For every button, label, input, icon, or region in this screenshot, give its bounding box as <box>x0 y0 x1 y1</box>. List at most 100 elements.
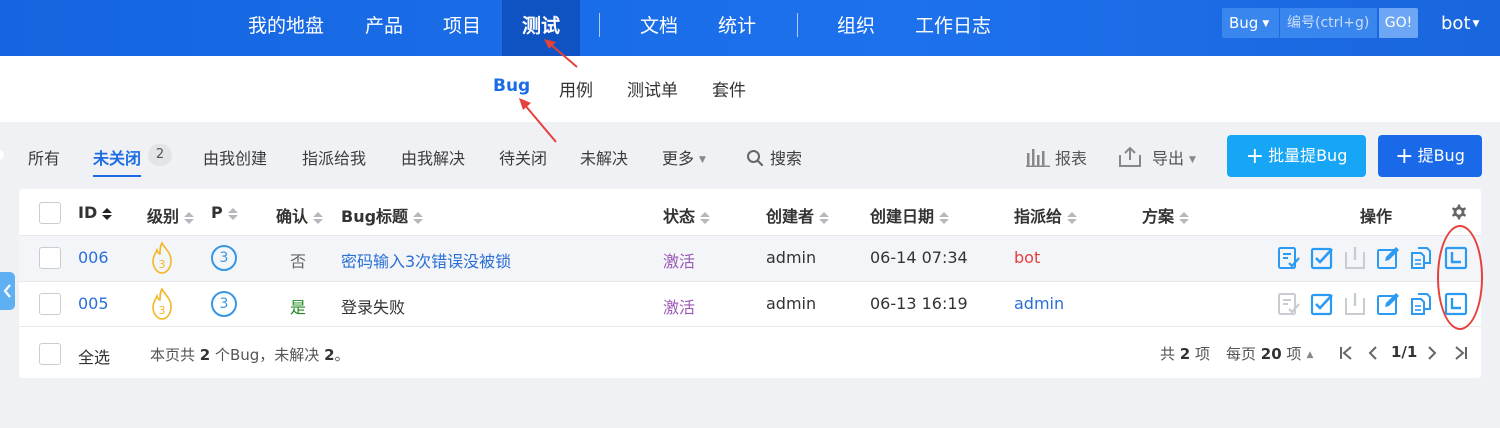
assigned-to-link[interactable]: admin <box>1014 294 1064 313</box>
col-header-pri-label: P <box>211 203 223 222</box>
col-header-status-label: 状态 <box>663 207 696 226</box>
resolve-checkbox-icon[interactable] <box>1310 292 1334 316</box>
nav-test[interactable]: 测试 <box>502 0 580 56</box>
edit-icon[interactable] <box>1376 246 1400 270</box>
page-summary: 本页共 2 个Bug，未解决 2。 <box>150 344 350 365</box>
col-header-severity[interactable]: 级别 <box>147 203 195 227</box>
col-header-title-label: Bug标题 <box>341 207 409 226</box>
summary-mid: 个Bug，未解决 <box>210 346 325 364</box>
bug-id-link[interactable]: 005 <box>78 294 109 313</box>
next-page-icon[interactable] <box>1426 346 1438 360</box>
table-row[interactable]: 006 3 3 否 密码输入3次错误没被锁 激活 admin 06-14 07:… <box>19 236 1481 281</box>
nav-divider <box>599 13 600 37</box>
create-bug-button[interactable]: + 提Bug <box>1378 135 1482 177</box>
flame-severity-icon: 3 <box>152 287 172 320</box>
filter-more-dropdown[interactable]: 更多 ▼ <box>662 145 706 169</box>
row-checkbox[interactable] <box>39 293 61 315</box>
prev-page-icon[interactable] <box>1367 346 1379 360</box>
col-header-id[interactable]: ID <box>78 203 113 222</box>
filter-all[interactable]: 所有 <box>28 145 60 169</box>
filter-unclosed[interactable]: 未关闭 <box>93 145 142 177</box>
col-header-opened-date[interactable]: 创建日期 <box>870 203 950 227</box>
per-page-suffix: 项 <box>1281 345 1302 363</box>
status-value: 激活 <box>663 298 696 317</box>
sub-navbar: Bug 用例 测试单 套件 <box>0 56 1500 122</box>
close-bug-icon <box>1345 247 1365 269</box>
search-toggle[interactable]: 搜索 <box>746 145 802 169</box>
col-header-confirmed[interactable]: 确认 <box>276 203 324 227</box>
col-header-pri[interactable]: P <box>211 203 238 222</box>
nav-my-dashboard[interactable]: 我的地盘 <box>248 0 324 56</box>
nav-report[interactable]: 统计 <box>718 0 756 56</box>
subnav-bug[interactable]: Bug <box>493 76 530 96</box>
chevron-down-icon: ▼ <box>1472 19 1480 29</box>
create-case-icon[interactable] <box>1444 292 1468 316</box>
filter-to-close[interactable]: 待关闭 <box>499 145 547 169</box>
sidebar-toggle[interactable] <box>0 272 15 310</box>
header-checkbox[interactable] <box>39 202 61 224</box>
col-header-resolution[interactable]: 方案 <box>1142 203 1190 227</box>
edit-icon[interactable] <box>1376 292 1400 316</box>
batch-create-bug-button[interactable]: + 批量提Bug <box>1227 135 1366 177</box>
nav-doc[interactable]: 文档 <box>640 0 678 56</box>
subnav-case[interactable]: 用例 <box>559 76 593 101</box>
sort-icon <box>413 211 424 225</box>
bug-title-link[interactable]: 密码输入3次错误没被锁 <box>341 248 511 272</box>
chevron-down-icon: ▼ <box>1189 155 1196 165</box>
per-page-dropdown[interactable]: 每页 20 项 ▲ <box>1226 343 1313 364</box>
assigned-to-link[interactable]: bot <box>1014 248 1040 267</box>
per-page-value: 20 <box>1260 345 1282 363</box>
sort-icon <box>1179 211 1190 225</box>
first-page-icon[interactable] <box>1339 346 1353 360</box>
sort-icon <box>700 211 711 225</box>
table-row[interactable]: 005 3 3 是 登录失败 激活 admin 06-13 16:19 admi… <box>19 282 1481 327</box>
col-header-title[interactable]: Bug标题 <box>341 203 424 227</box>
severity-value: 3 <box>159 304 166 317</box>
bug-id-link[interactable]: 006 <box>78 248 109 267</box>
resolve-checkbox-icon[interactable] <box>1310 246 1334 270</box>
subnav-suite[interactable]: 套件 <box>712 76 746 101</box>
col-header-opened-date-label: 创建日期 <box>870 207 935 226</box>
confirm-bug-icon[interactable] <box>1277 246 1301 270</box>
confirmed-value: 是 <box>290 298 307 317</box>
gear-icon[interactable] <box>1449 202 1469 222</box>
col-header-assigned-to[interactable]: 指派给 <box>1014 203 1078 227</box>
summary-suffix: 。 <box>334 346 350 364</box>
flame-severity-icon: 3 <box>152 241 172 274</box>
report-button[interactable]: 报表 <box>1026 145 1087 169</box>
col-header-opened-by[interactable]: 创建者 <box>766 203 830 227</box>
nav-company[interactable]: 组织 <box>837 0 875 56</box>
priority-badge: 3 <box>211 291 237 317</box>
last-page-icon[interactable] <box>1454 346 1468 360</box>
bar-chart-icon <box>1026 149 1050 167</box>
filter-opened-by-me[interactable]: 由我创建 <box>203 145 267 169</box>
copy-icon[interactable] <box>1409 292 1433 316</box>
user-menu[interactable]: bot ▼ <box>1441 0 1479 50</box>
select-all-checkbox[interactable] <box>39 343 61 365</box>
select-all-label[interactable]: 全选 <box>78 344 110 368</box>
chevron-down-icon: ▼ <box>1262 19 1270 29</box>
filter-unresolved[interactable]: 未解决 <box>580 145 628 169</box>
confirm-bug-icon <box>1278 293 1300 315</box>
search-type-select[interactable]: Bug ▼ <box>1222 8 1279 38</box>
bug-title-link[interactable]: 登录失败 <box>341 294 405 318</box>
nav-worklog[interactable]: 工作日志 <box>915 0 991 56</box>
nav-project[interactable]: 项目 <box>443 0 481 56</box>
search-input[interactable] <box>1280 8 1377 38</box>
filter-assigned-to-me[interactable]: 指派给我 <box>302 145 366 169</box>
opened-by-value: admin <box>766 294 817 313</box>
go-button[interactable]: GO! <box>1379 8 1418 38</box>
create-case-icon[interactable] <box>1444 246 1468 270</box>
nav-product[interactable]: 产品 <box>365 0 403 56</box>
total-suffix: 项 <box>1190 345 1210 363</box>
col-header-status[interactable]: 状态 <box>663 203 711 227</box>
filter-resolved-by-me[interactable]: 由我解决 <box>401 145 465 169</box>
row-checkbox[interactable] <box>39 247 61 269</box>
plus-icon: + <box>1245 144 1265 169</box>
summary-count: 2 <box>199 346 211 364</box>
copy-icon[interactable] <box>1409 246 1433 270</box>
subnav-testtask[interactable]: 测试单 <box>627 76 678 101</box>
create-bug-label: 提Bug <box>1417 146 1465 165</box>
search-icon <box>747 150 764 167</box>
export-dropdown[interactable]: 导出 ▼ <box>1118 145 1196 169</box>
